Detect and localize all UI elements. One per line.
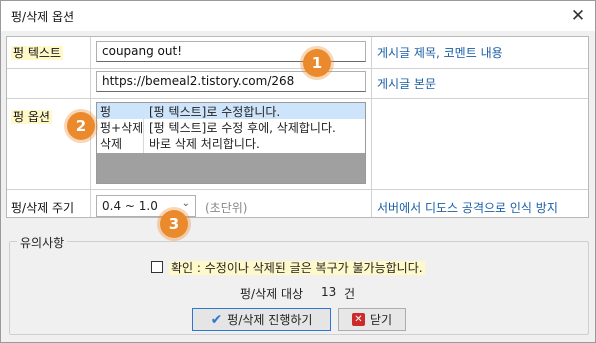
proceed-button[interactable]: ✔ 펑/삭제 진행하기 [192, 308, 331, 331]
list-item[interactable]: 펑 [펑 텍스트]로 수정합니다. [97, 103, 365, 119]
row-divider [7, 189, 588, 190]
step-badge-2: 2 [67, 112, 95, 140]
options-dialog: 펑/삭제 옵션 ✕ 펑 텍스트 coupang out! 게시글 제목, 코멘트… [0, 0, 596, 343]
red-x-icon: ✕ [351, 313, 365, 326]
interval-unit: (초단위) [205, 201, 248, 215]
list-empty-area [97, 153, 365, 183]
title-bar: 펑/삭제 옵션 ✕ [1, 1, 595, 31]
row-divider [7, 68, 588, 69]
step-badge-3: 3 [160, 210, 188, 238]
interval-value: 0.4 ~ 1.0 [102, 199, 158, 213]
col-divider [371, 37, 372, 217]
chevron-down-icon: ⌄ [181, 198, 190, 209]
target-count-unit: 건 [344, 287, 356, 301]
interval-row-label: 펑/삭제 주기 [11, 201, 75, 215]
text-row-description: 게시글 제목, 코멘트 내용 [377, 46, 503, 60]
target-count-value: 13 [321, 285, 337, 299]
text-row-label: 펑 텍스트 [11, 46, 63, 60]
notice-group-title: 유의사항 [17, 234, 68, 251]
close-icon: ✕ [570, 6, 586, 26]
list-item[interactable]: 삭제 바로 삭제 처리합니다. [97, 135, 365, 151]
url-row-description: 게시글 본문 [377, 77, 437, 91]
row-divider [7, 98, 588, 99]
confirm-checkbox[interactable] [151, 261, 163, 273]
confirm-label[interactable]: 확인 : 수정이나 삭제된 글은 복구가 불가능합니다. [169, 259, 425, 276]
url-input[interactable]: https://bemeal2.tistory.com/268 [96, 71, 366, 92]
step-badge-1: 1 [303, 49, 331, 77]
list-item[interactable]: 펑+삭제 [펑 텍스트]로 수정 후에, 삭제합니다. [97, 119, 365, 135]
option-row-label: 펑 옵션 [11, 110, 52, 124]
target-count-label: 펑/삭제 대상 [240, 287, 304, 301]
window-title: 펑/삭제 옵션 [11, 10, 75, 24]
option-listbox[interactable]: 펑 [펑 텍스트]로 수정합니다. 펑+삭제 [펑 텍스트]로 수정 후에, 삭… [96, 102, 366, 184]
close-dialog-button[interactable]: ✕ 닫기 [338, 308, 406, 331]
close-button[interactable]: ✕ [563, 3, 593, 29]
checkmark-icon: ✔ [210, 311, 223, 328]
interval-row-description: 서버에서 디도스 공격으로 인식 방지 [377, 201, 558, 215]
